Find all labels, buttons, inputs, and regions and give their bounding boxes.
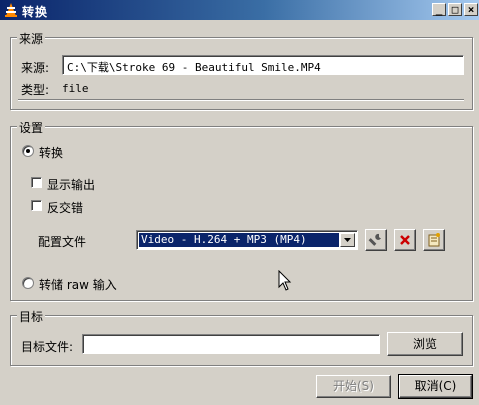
source-field[interactable]: C:\下载\Stroke 69 - Beautiful Smile.MP4 bbox=[62, 55, 464, 75]
chevron-down-icon[interactable] bbox=[340, 233, 355, 247]
edit-profile-button[interactable] bbox=[365, 229, 387, 251]
deinterlace-checkbox[interactable] bbox=[31, 200, 42, 211]
new-profile-button[interactable] bbox=[423, 229, 445, 251]
show-output-label: 显示输出 bbox=[47, 178, 96, 192]
start-button[interactable]: 开始(S) bbox=[316, 375, 391, 398]
destination-group-label: 目标 bbox=[17, 308, 46, 325]
wrench-icon bbox=[368, 233, 381, 246]
window-title: 转换 bbox=[22, 5, 49, 19]
close-button[interactable]: × bbox=[464, 3, 478, 16]
browse-button[interactable]: 浏览 bbox=[387, 332, 463, 356]
delete-icon bbox=[400, 235, 410, 245]
maximize-button[interactable]: □ bbox=[448, 3, 462, 16]
source-label: 来源: bbox=[21, 61, 50, 75]
convert-label: 转换 bbox=[39, 146, 64, 160]
minimize-button[interactable]: _ bbox=[432, 3, 446, 16]
dump-raw-label: 转储 raw 输入 bbox=[39, 278, 117, 292]
delete-profile-button[interactable] bbox=[394, 229, 416, 251]
type-value: file bbox=[62, 82, 89, 95]
profile-label: 配置文件 bbox=[38, 235, 87, 249]
source-separator bbox=[18, 99, 464, 101]
profile-select[interactable]: Video - H.264 + MP3 (MP4) bbox=[136, 230, 358, 250]
cancel-button[interactable]: 取消(C) bbox=[398, 374, 473, 399]
destination-file-label: 目标文件: bbox=[21, 340, 74, 354]
type-label: 类型: bbox=[21, 83, 50, 97]
settings-group-label: 设置 bbox=[17, 119, 46, 136]
profile-select-value: Video - H.264 + MP3 (MP4) bbox=[139, 233, 339, 247]
dump-raw-radio[interactable] bbox=[22, 277, 34, 289]
new-profile-icon bbox=[428, 233, 440, 247]
source-group-label: 来源 bbox=[17, 30, 46, 47]
mouse-cursor-icon bbox=[278, 270, 292, 291]
convert-radio[interactable] bbox=[22, 145, 34, 157]
deinterlace-label: 反交错 bbox=[47, 201, 84, 215]
destination-file-input[interactable] bbox=[82, 334, 380, 354]
show-output-checkbox[interactable] bbox=[31, 177, 42, 188]
vlc-cone-icon bbox=[5, 3, 17, 17]
title-bar: 转换 _ □ × bbox=[0, 0, 479, 20]
